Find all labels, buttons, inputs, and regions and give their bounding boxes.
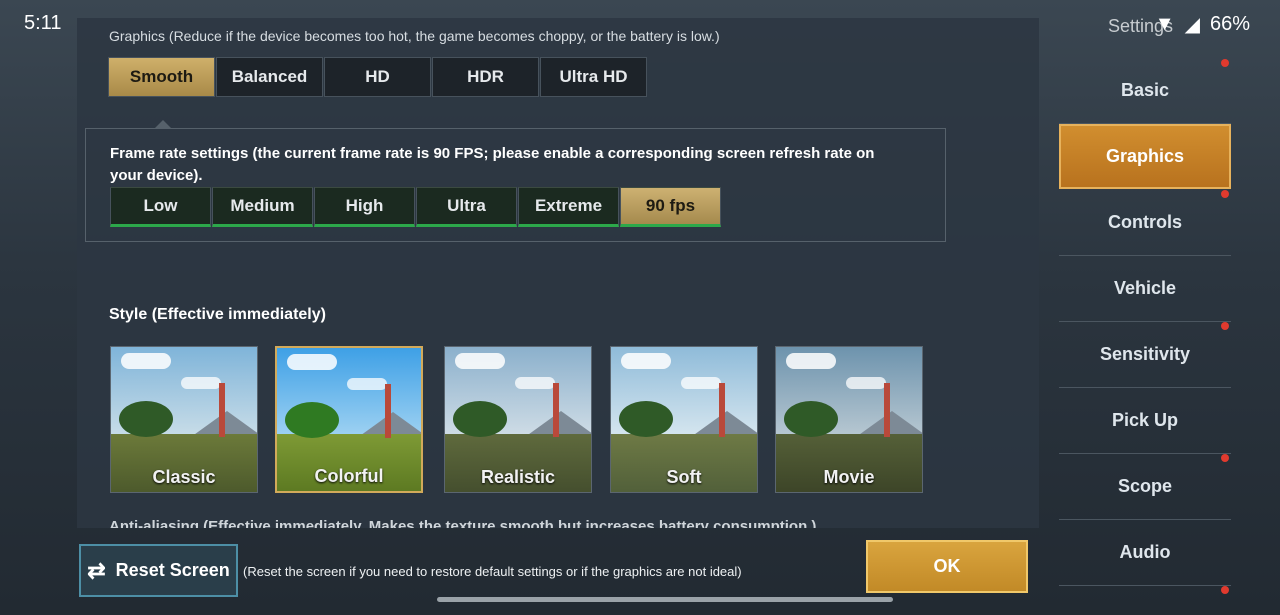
sidebar-item-scope[interactable]: Scope xyxy=(1059,454,1231,520)
sidebar-item-vehicle[interactable]: Vehicle xyxy=(1059,256,1231,322)
home-indicator[interactable] xyxy=(437,597,893,602)
notification-dot xyxy=(1221,190,1229,198)
graphics-quality-label: Graphics (Reduce if the device becomes t… xyxy=(109,28,720,44)
status-time: 5:11 xyxy=(24,12,62,34)
signal-icon: ◢ xyxy=(1184,14,1200,36)
graphics-quality-selector: Smooth Balanced HD HDR Ultra HD xyxy=(108,57,648,97)
reset-screen-button[interactable]: ⇄ Reset Screen xyxy=(79,544,238,597)
style-classic-card[interactable]: Classic xyxy=(110,346,258,493)
sidebar-item-basic[interactable]: Basic xyxy=(1059,58,1231,124)
quality-balanced-button[interactable]: Balanced xyxy=(216,57,323,97)
quality-smooth-button[interactable]: Smooth xyxy=(108,57,215,97)
sidebar-item-sensitivity[interactable]: Sensitivity xyxy=(1059,322,1231,388)
notification-dot xyxy=(1221,59,1229,67)
quality-ultra-hd-button[interactable]: Ultra HD xyxy=(540,57,647,97)
frame-rate-selector: Low Medium High Ultra Extreme 90 fps xyxy=(110,187,722,227)
style-classic-label: Classic xyxy=(152,467,216,487)
notification-dot xyxy=(1221,322,1229,330)
style-soft-card[interactable]: Soft xyxy=(610,346,758,493)
anti-aliasing-label: Anti-aliasing (Effective immediately. Ma… xyxy=(109,518,817,528)
notification-dot xyxy=(1221,586,1229,594)
style-label: Style (Effective immediately) xyxy=(109,306,326,323)
wifi-icon: ▼ xyxy=(1154,13,1175,35)
sidebar-item-pick-up[interactable]: Pick Up xyxy=(1059,388,1231,454)
style-soft-label: Soft xyxy=(666,467,702,487)
ok-button[interactable]: OK xyxy=(866,540,1028,593)
fps-90-button[interactable]: 90 fps xyxy=(620,187,721,227)
sidebar-item-audio[interactable]: Audio xyxy=(1059,520,1231,586)
style-colorful-card[interactable]: Colorful xyxy=(275,346,423,493)
frame-rate-box: Frame rate settings (the current frame r… xyxy=(85,128,946,242)
fps-extreme-button[interactable]: Extreme xyxy=(518,187,619,227)
fps-medium-button[interactable]: Medium xyxy=(212,187,313,227)
fps-low-button[interactable]: Low xyxy=(110,187,211,227)
style-realistic-card[interactable]: Realistic xyxy=(444,346,592,493)
settings-sidebar: Basic Graphics Controls Vehicle Sensitiv… xyxy=(1059,54,1231,615)
sidebar-item-graphics[interactable]: Graphics xyxy=(1059,124,1231,189)
style-realistic-label: Realistic xyxy=(480,467,556,487)
frame-rate-pointer xyxy=(155,120,171,128)
frame-rate-label: Frame rate settings (the current frame r… xyxy=(110,145,875,184)
fps-high-button[interactable]: High xyxy=(314,187,415,227)
reset-screen-note: (Reset the screen if you need to restore… xyxy=(243,564,742,579)
reset-screen-label: Reset Screen xyxy=(115,560,230,580)
style-movie-label: Movie xyxy=(823,467,875,487)
style-colorful-label: Colorful xyxy=(314,466,384,486)
fps-ultra-button[interactable]: Ultra xyxy=(416,187,517,227)
style-movie-card[interactable]: Movie xyxy=(775,346,923,493)
sidebar-item-controls[interactable]: Controls xyxy=(1059,190,1231,256)
status-icons: ▼ ◢ 66% xyxy=(1155,12,1250,37)
quality-hd-button[interactable]: HD xyxy=(324,57,431,97)
battery-level: 66% xyxy=(1209,13,1250,35)
quality-hdr-button[interactable]: HDR xyxy=(432,57,539,97)
notification-dot xyxy=(1221,454,1229,462)
graphics-settings-panel: Graphics (Reduce if the device becomes t… xyxy=(77,18,1039,528)
reset-icon: ⇄ xyxy=(87,557,106,583)
